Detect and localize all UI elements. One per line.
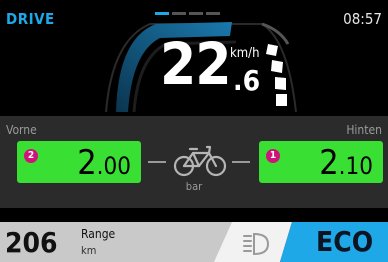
speed-value-integer: 22 <box>160 30 232 98</box>
speed-value-decimal: .6 <box>233 64 261 97</box>
divider-line <box>148 161 166 163</box>
rear-tire-label: Hinten <box>346 123 382 137</box>
assist-mode-label: ECO <box>316 225 374 258</box>
divider-line <box>232 161 250 163</box>
front-pressure-value: 2.00 <box>77 144 131 185</box>
range-value: 206 <box>5 226 58 259</box>
rear-tire-pressure[interactable]: 1 2.10 <box>259 141 383 183</box>
range-panel[interactable]: 206 Range km <box>0 222 232 262</box>
rear-pressure-integer: 2 <box>319 143 339 183</box>
front-tire-pressure[interactable]: 2 2.00 <box>17 141 141 183</box>
front-pressure-decimal: .00 <box>96 152 131 180</box>
range-unit: km <box>81 244 97 257</box>
rear-sensor-badge: 1 <box>266 149 280 163</box>
speed-unit: km/h <box>230 46 260 61</box>
rear-pressure-decimal: .10 <box>338 152 373 180</box>
front-sensor-badge: 2 <box>24 149 38 163</box>
headlight-icon <box>243 232 270 256</box>
pressure-unit: bar <box>185 180 203 193</box>
tire-pressure-panel: Vorne Hinten 2 2.00 1 2.10 bar <box>0 116 388 208</box>
ebike-display: DRIVE 08:57 22 km/h .6 Vorne Hinten 2 2.… <box>0 0 388 262</box>
rear-pressure-value: 2.10 <box>319 144 373 185</box>
front-pressure-integer: 2 <box>77 143 97 183</box>
front-tire-label: Vorne <box>6 123 37 137</box>
range-label: Range <box>81 227 116 241</box>
bicycle-icon <box>173 145 227 177</box>
